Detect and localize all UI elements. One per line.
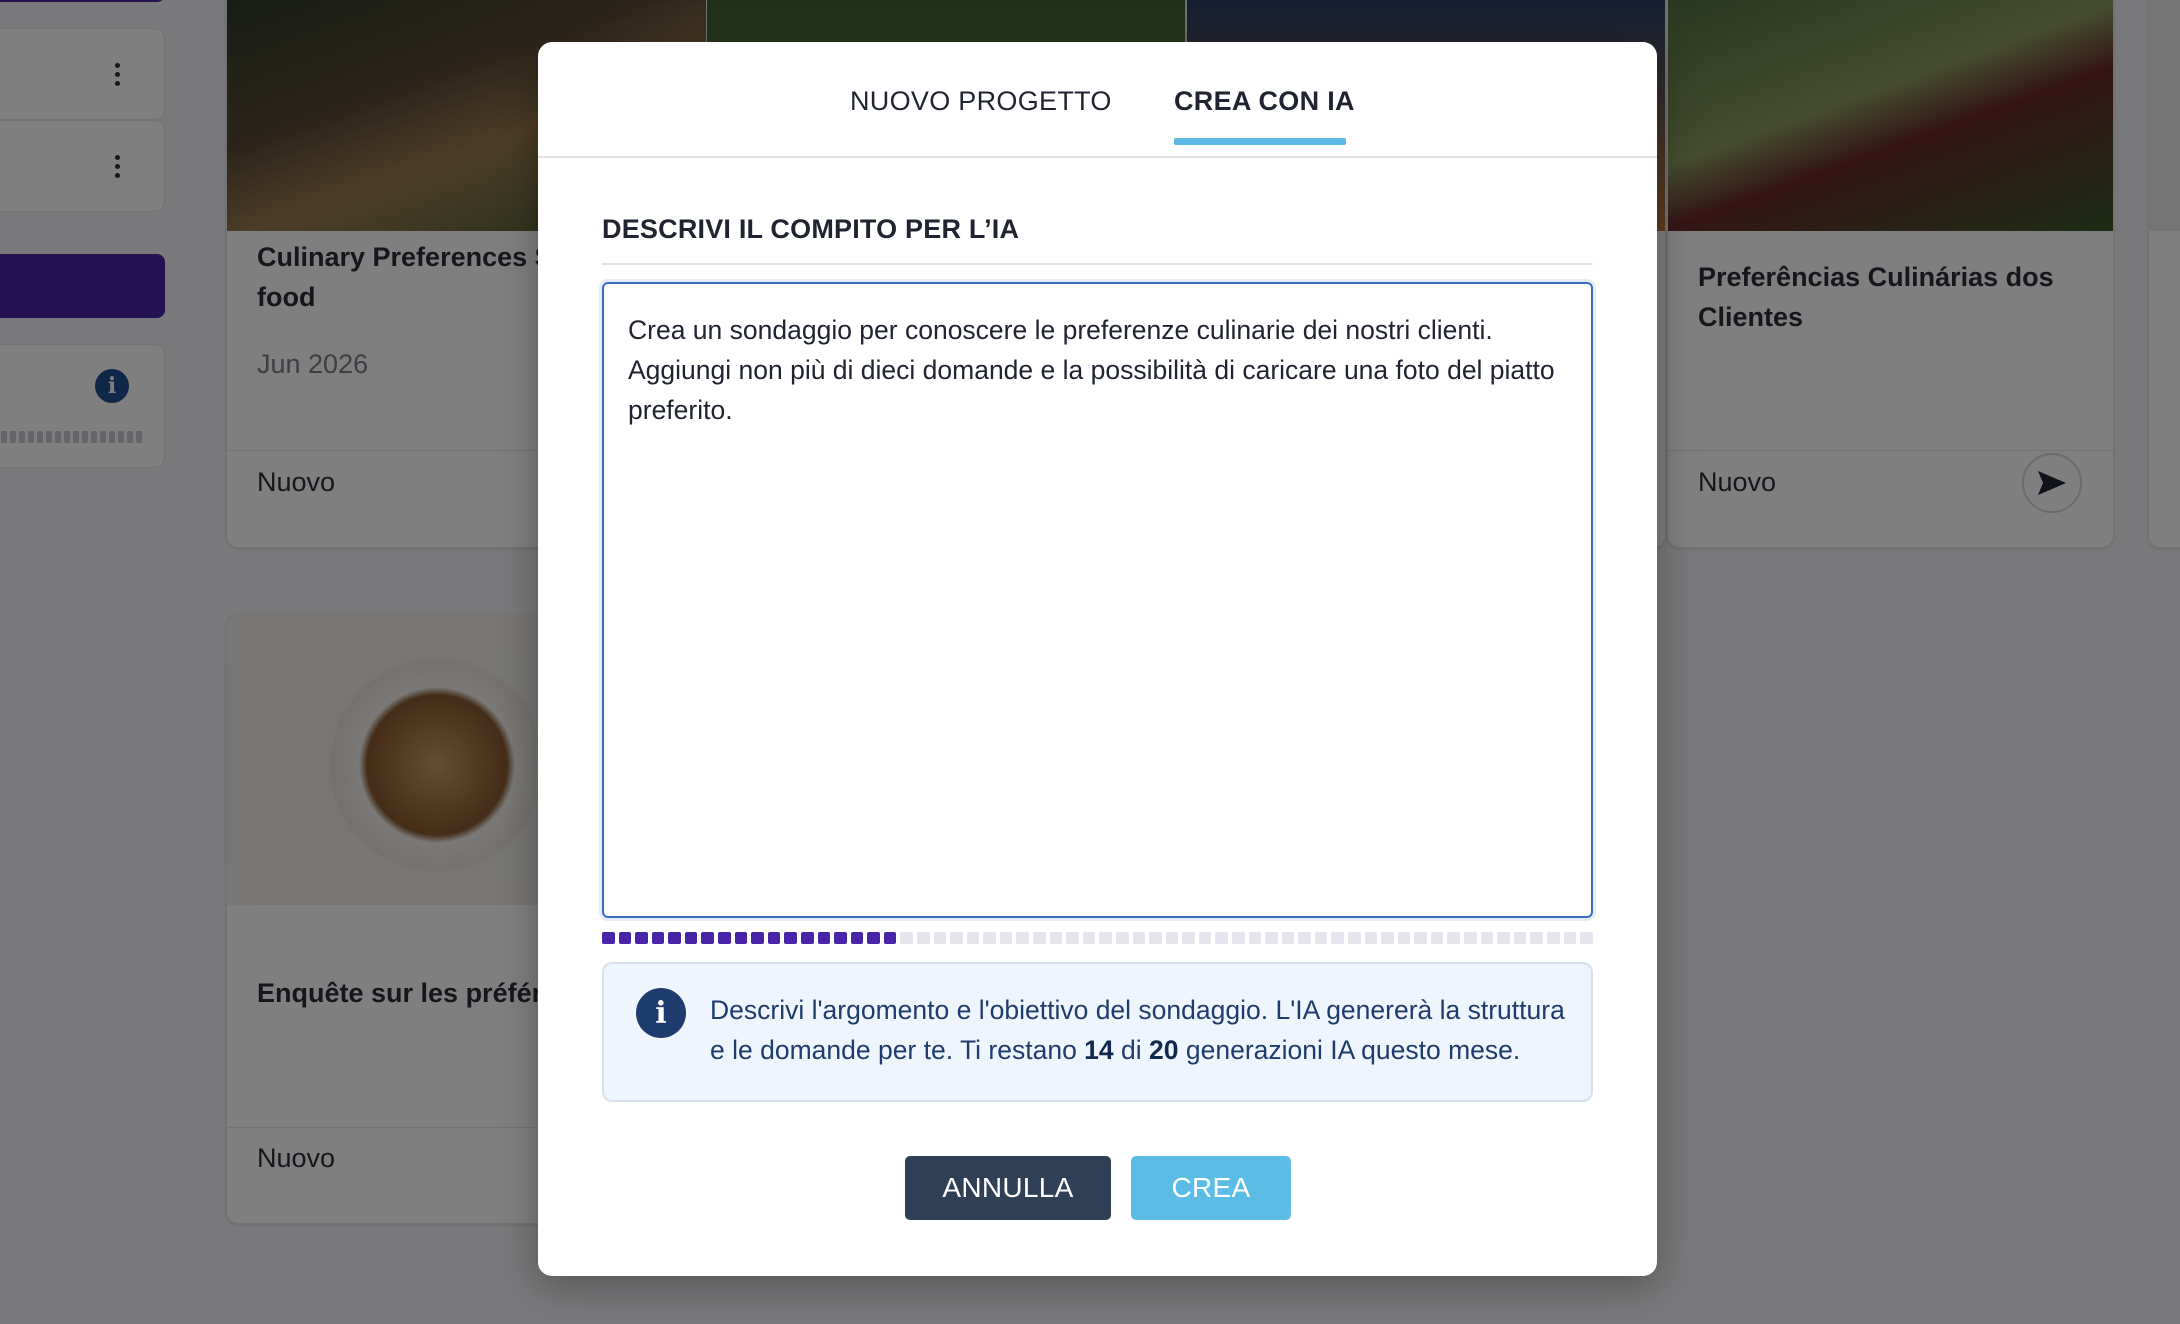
meter-segment — [784, 932, 797, 944]
meter-segment — [1182, 932, 1195, 944]
tab-new-project[interactable]: NUOVO PROGETTO — [850, 86, 1112, 117]
meter-segment — [1049, 932, 1063, 944]
meter-segment — [734, 932, 748, 944]
meter-segment — [1414, 932, 1427, 944]
meter-segment — [1215, 932, 1228, 944]
total-generations: 20 — [1149, 1035, 1179, 1065]
meter-segment — [1165, 932, 1179, 944]
meter-segment — [867, 932, 880, 944]
active-tab-indicator — [1174, 138, 1346, 145]
meter-segment — [1314, 932, 1328, 944]
meter-segment — [983, 932, 996, 944]
meter-segment — [950, 932, 963, 944]
meter-segment — [800, 932, 814, 944]
meter-segment — [668, 932, 681, 944]
meter-segment — [1331, 932, 1345, 944]
meter-segment — [1248, 932, 1262, 944]
meter-segment — [718, 932, 731, 944]
meter-segment — [850, 932, 864, 944]
meter-segment — [966, 932, 980, 944]
meter-segment — [1265, 932, 1278, 944]
meter-segment — [1464, 932, 1477, 944]
meter-segment — [1115, 932, 1129, 944]
meter-segment — [635, 932, 648, 944]
remaining-generations: 14 — [1084, 1035, 1114, 1065]
meter-segment — [618, 932, 632, 944]
meter-segment — [1430, 932, 1444, 944]
meter-segment — [1099, 932, 1112, 944]
info-text: Descrivi l'argomento e l'obiettivo del s… — [710, 995, 1565, 1065]
meter-segment — [1298, 932, 1311, 944]
meter-segment — [916, 932, 930, 944]
meter-segment — [1198, 932, 1212, 944]
meter-segment — [999, 932, 1013, 944]
meter-segment — [684, 932, 698, 944]
meter-segment — [900, 932, 913, 944]
meter-segment — [817, 932, 831, 944]
cancel-button[interactable]: ANNULLA — [905, 1156, 1111, 1220]
meter-segment — [1381, 932, 1394, 944]
meter-segment — [933, 932, 947, 944]
meter-segment — [1447, 932, 1461, 944]
create-project-dialog: NUOVO PROGETTO CREA CON IA DESCRIVI IL C… — [538, 42, 1657, 1276]
character-count-meter — [602, 932, 1593, 944]
meter-segment — [1530, 932, 1543, 944]
meter-segment — [1546, 932, 1560, 944]
meter-segment — [834, 932, 847, 944]
ai-prompt-textarea[interactable]: Crea un sondaggio per conoscere le prefe… — [602, 282, 1593, 918]
dialog-tabs: NUOVO PROGETTO CREA CON IA — [538, 42, 1657, 158]
meter-segment — [767, 932, 781, 944]
meter-segment — [1348, 932, 1361, 944]
meter-segment — [1281, 932, 1295, 944]
meter-segment — [1066, 932, 1079, 944]
meter-segment — [602, 932, 615, 944]
meter-segment — [1364, 932, 1378, 944]
section-divider — [602, 263, 1593, 265]
meter-segment — [883, 932, 897, 944]
meter-segment — [1580, 932, 1593, 944]
meter-segment — [701, 932, 715, 944]
meter-segment — [1132, 932, 1146, 944]
meter-segment — [751, 932, 764, 944]
section-title: DESCRIVI IL COMPITO PER L’IA — [602, 214, 1020, 244]
meter-segment — [1231, 932, 1245, 944]
meter-segment — [1082, 932, 1096, 944]
meter-segment — [651, 932, 665, 944]
info-notice: i Descrivi l'argomento e l'obiettivo del… — [602, 962, 1593, 1102]
create-button[interactable]: CREA — [1131, 1156, 1291, 1220]
meter-segment — [1033, 932, 1046, 944]
meter-segment — [1563, 932, 1577, 944]
tab-create-with-ai[interactable]: CREA CON IA — [1174, 86, 1355, 117]
meter-segment — [1480, 932, 1494, 944]
meter-segment — [1397, 932, 1411, 944]
info-icon: i — [636, 988, 686, 1038]
meter-segment — [1497, 932, 1510, 944]
meter-segment — [1513, 932, 1527, 944]
meter-segment — [1149, 932, 1162, 944]
meter-segment — [1016, 932, 1030, 944]
